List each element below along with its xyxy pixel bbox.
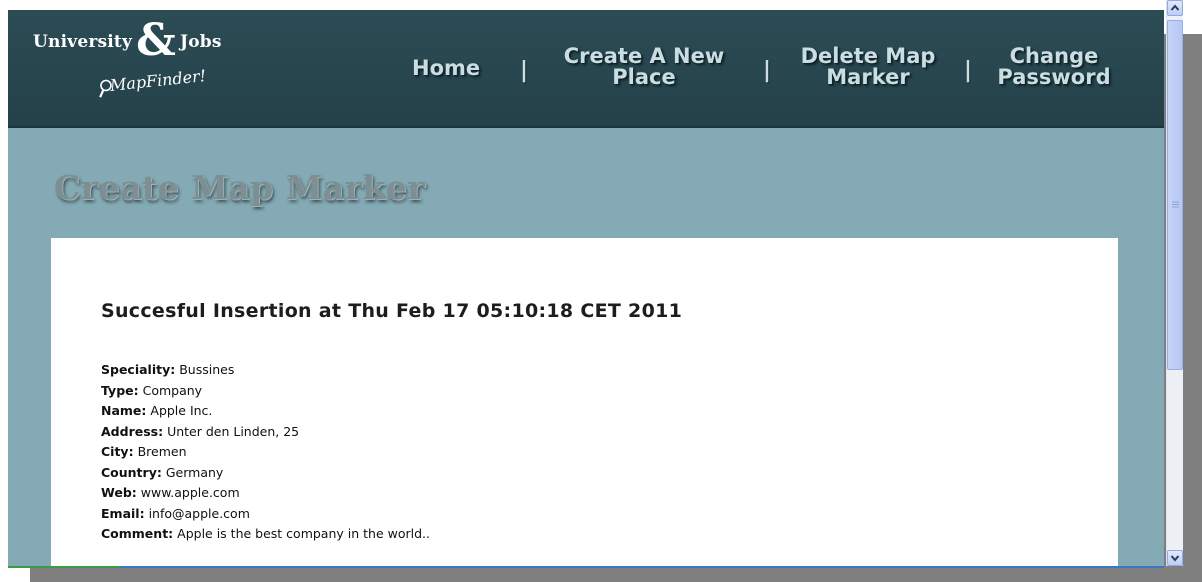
chevron-down-icon xyxy=(1170,555,1180,562)
logo-word-university: University xyxy=(33,32,133,52)
detail-value: info@apple.com xyxy=(148,505,250,521)
detail-value: Bremen xyxy=(137,444,187,459)
detail-label: Country: xyxy=(101,464,162,480)
marker-details: Speciality: Bussines Type: Company Name:… xyxy=(101,360,430,545)
detail-label: Address: xyxy=(101,423,164,439)
scroll-up-button[interactable] xyxy=(1167,0,1183,16)
detail-row-name: Name: Apple Inc. xyxy=(101,401,430,422)
detail-value: Company xyxy=(142,382,203,398)
detail-label: Name: xyxy=(101,403,147,418)
logo-subtitle-text: MapFinder! xyxy=(109,66,207,95)
nav-delete-map-marker[interactable]: Delete Map Marker xyxy=(794,46,942,88)
nav-separator: | xyxy=(964,58,973,83)
scrollbar-thumb[interactable] xyxy=(1167,20,1183,370)
nav-home-label: Home xyxy=(412,56,481,80)
detail-label: Type: xyxy=(101,382,139,398)
detail-row-email: Email: info@apple.com xyxy=(101,504,430,525)
detail-row-comment: Comment: Apple is the best company in th… xyxy=(101,524,430,545)
detail-row-country: Country: Germany xyxy=(101,463,430,484)
detail-row-speciality: Speciality: Bussines xyxy=(101,360,430,381)
page-title: Create Map Marker xyxy=(54,168,426,207)
result-card: Succesful Insertion at Thu Feb 17 05:10:… xyxy=(51,238,1118,566)
vertical-scrollbar[interactable] xyxy=(1166,0,1183,566)
detail-value: www.apple.com xyxy=(140,485,240,500)
nav-separator: | xyxy=(763,58,772,83)
detail-row-city: City: Bremen xyxy=(101,442,430,463)
detail-label: Web: xyxy=(101,485,137,500)
nav-change-label-line2: Password xyxy=(997,65,1111,89)
nav-delete-label-line2: Marker xyxy=(826,65,910,89)
detail-value: Bussines xyxy=(179,362,235,377)
status-bar-left xyxy=(8,566,120,568)
nav-change-password[interactable]: Change Password xyxy=(988,46,1120,88)
detail-row-type: Type: Company xyxy=(101,381,430,402)
success-message: Succesful Insertion at Thu Feb 17 05:10:… xyxy=(101,300,683,322)
site-header: University& Jobs MapFinder! Home | Create… xyxy=(8,10,1164,128)
browser-viewport: University& Jobs MapFinder! Home | Create… xyxy=(8,10,1164,566)
detail-label: Speciality: xyxy=(101,362,176,377)
status-bar-right xyxy=(1056,566,1164,568)
logo-subtitle: MapFinder! xyxy=(99,66,207,98)
detail-label: Email: xyxy=(101,505,145,521)
scroll-down-button[interactable] xyxy=(1167,550,1183,566)
nav-home[interactable]: Home xyxy=(412,58,480,79)
logo-word-jobs: Jobs xyxy=(180,32,222,52)
logo-ampersand: & xyxy=(136,15,176,66)
detail-value: Unter den Linden, 25 xyxy=(167,423,300,439)
detail-value: Apple Inc. xyxy=(150,403,213,418)
nav-separator: | xyxy=(520,58,529,83)
detail-label: City: xyxy=(101,444,134,459)
logo-title: University& Jobs xyxy=(33,19,222,63)
nav-create-new-place[interactable]: Create A New Place xyxy=(556,46,732,88)
magnifier-icon xyxy=(99,79,112,98)
detail-value: Apple is the best company in the world.. xyxy=(177,526,430,541)
detail-row-address: Address: Unter den Linden, 25 xyxy=(101,422,430,443)
nav-create-label-line2: Place xyxy=(612,65,676,89)
detail-label: Comment: xyxy=(101,526,174,541)
grip-icon xyxy=(1172,201,1179,208)
detail-value: Germany xyxy=(165,464,224,480)
detail-row-web: Web: www.apple.com xyxy=(101,483,430,504)
chevron-up-icon xyxy=(1170,4,1180,11)
status-bar-middle xyxy=(120,566,1056,568)
